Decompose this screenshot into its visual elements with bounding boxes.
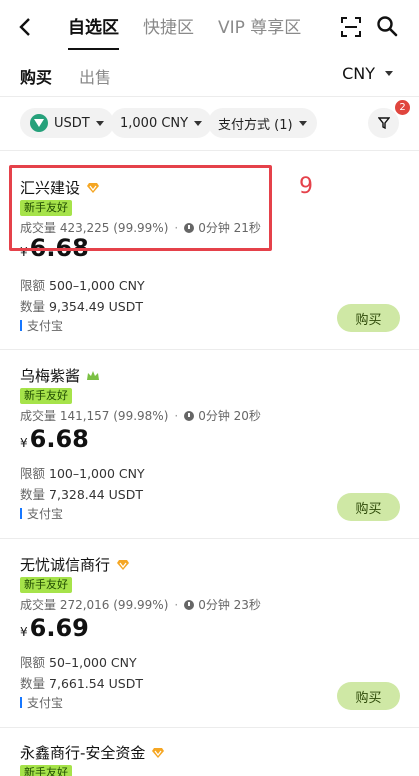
merchant-name[interactable]: 无忧诚信商行 [20, 554, 130, 575]
coin-filter-label: USDT [54, 115, 90, 131]
buy-button[interactable]: 购买 [337, 493, 400, 521]
merchant-name[interactable]: 乌梅紫酱 [20, 365, 100, 386]
limit-value: 100–1,000 CNY [49, 466, 145, 481]
trade-volume: 成交量 272,016 (99.99%) [20, 598, 169, 612]
price-value: 6.68 [29, 425, 89, 453]
amount-label: 数量 [20, 676, 46, 691]
clock-icon [184, 410, 195, 421]
price-value: 6.69 [29, 614, 89, 642]
avg-release-time: 0分钟 20秒 [198, 409, 261, 423]
crown-icon [87, 370, 100, 380]
search-icon[interactable] [376, 15, 398, 37]
coin-filter[interactable]: USDT [20, 108, 114, 138]
trade-volume: 成交量 141,157 (99.98%) [20, 409, 169, 423]
payment-method-label: 支付宝 [27, 507, 64, 521]
chevron-down-icon [298, 120, 307, 126]
price: ¥ 6.69 [20, 614, 89, 642]
chevron-down-icon [95, 120, 104, 126]
divider [0, 96, 419, 97]
limit-label: 限额 [20, 278, 46, 293]
sell-tab[interactable]: 出售 [79, 64, 111, 88]
merchant-name-label: 永鑫商行-安全资金 [20, 744, 146, 762]
highlight-box [9, 165, 272, 251]
merchant-name[interactable]: 永鑫商行-安全资金 [20, 742, 165, 763]
amount-value: 9,354.49 USDT [49, 299, 143, 314]
limit-value: 50–1,000 CNY [49, 655, 137, 670]
limit-row: 限额 50–1,000 CNY [20, 652, 137, 671]
limit-label: 限额 [20, 466, 46, 481]
chevron-down-icon [194, 120, 203, 126]
payment-method-label: 支付宝 [27, 696, 64, 710]
tab-express[interactable]: 快捷区 [143, 16, 194, 46]
trade-side-bar: 购买 出售 CNY [0, 56, 419, 96]
filter-count-badge: 2 [395, 100, 410, 115]
currency-label: CNY [342, 64, 375, 83]
filter-bar: USDT 1,000 CNY 支付方式 (1) [0, 108, 419, 140]
diamond-icon [117, 559, 130, 570]
avg-release-time: 0分钟 23秒 [198, 598, 261, 612]
diamond-icon [152, 747, 165, 758]
payment-indicator [20, 697, 22, 708]
limit-value: 500–1,000 CNY [49, 278, 145, 293]
payment-indicator [20, 508, 22, 519]
highlight-number: 9 [299, 174, 313, 199]
currency-selector[interactable]: CNY [342, 64, 393, 83]
payment-method: 支付宝 [20, 317, 63, 334]
limit-row: 限额 500–1,000 CNY [20, 275, 145, 294]
currency-symbol: ¥ [20, 625, 28, 639]
merchant-name-label: 无忧诚信商行 [20, 556, 111, 574]
listing-card[interactable]: 永鑫商行-安全资金 新手友好 [0, 727, 419, 776]
merchant-name-label: 乌梅紫酱 [20, 367, 81, 385]
amount-filter[interactable]: 1,000 CNY [110, 108, 213, 138]
price: ¥ 6.68 [20, 425, 89, 453]
beginner-friendly-badge: 新手友好 [20, 765, 72, 776]
buy-button[interactable]: 购买 [337, 304, 400, 332]
payment-method: 支付宝 [20, 694, 63, 711]
beginner-friendly-badge: 新手友好 [20, 577, 72, 593]
buy-button[interactable]: 购买 [337, 682, 400, 710]
limit-label: 限额 [20, 655, 46, 670]
currency-symbol: ¥ [20, 436, 28, 450]
listing-card[interactable]: 乌梅紫酱 新手友好 成交量 141,157 (99.98%) · 0分钟 20秒… [0, 349, 419, 538]
buy-tab[interactable]: 购买 [20, 64, 52, 88]
payment-filter-label: 支付方式 (1) [218, 117, 293, 133]
chevron-down-icon [385, 71, 393, 76]
clock-icon [184, 599, 195, 610]
payment-method: 支付宝 [20, 505, 63, 522]
amount-value: 7,661.54 USDT [49, 676, 143, 691]
amount-row: 数量 9,354.49 USDT [20, 296, 143, 315]
amount-row: 数量 7,328.44 USDT [20, 484, 143, 503]
back-icon[interactable] [14, 16, 36, 38]
tab-favorites[interactable]: 自选区 [68, 16, 119, 50]
amount-value: 7,328.44 USDT [49, 487, 143, 502]
funnel-icon [377, 117, 390, 129]
beginner-friendly-badge: 新手友好 [20, 388, 72, 404]
limit-row: 限额 100–1,000 CNY [20, 463, 145, 482]
amount-filter-label: 1,000 CNY [120, 115, 189, 131]
payment-filter[interactable]: 支付方式 (1) [208, 108, 317, 138]
usdt-coin-icon [30, 114, 48, 132]
top-bar: 自选区 快捷区 VIP 尊享区 [0, 0, 419, 56]
listing-card[interactable]: 无忧诚信商行 新手友好 成交量 272,016 (99.99%) · 0分钟 2… [0, 538, 419, 727]
amount-label: 数量 [20, 487, 46, 502]
market-tabs: 自选区 快捷区 VIP 尊享区 [68, 16, 325, 50]
scan-icon[interactable] [340, 16, 362, 38]
amount-label: 数量 [20, 299, 46, 314]
tab-vip[interactable]: VIP 尊享区 [218, 16, 301, 46]
amount-row: 数量 7,661.54 USDT [20, 673, 143, 692]
payment-method-label: 支付宝 [27, 319, 64, 333]
trade-stats: 成交量 141,157 (99.98%) · 0分钟 20秒 [20, 408, 261, 424]
payment-indicator [20, 320, 22, 331]
trade-stats: 成交量 272,016 (99.99%) · 0分钟 23秒 [20, 597, 261, 613]
filter-button[interactable] [368, 108, 399, 138]
